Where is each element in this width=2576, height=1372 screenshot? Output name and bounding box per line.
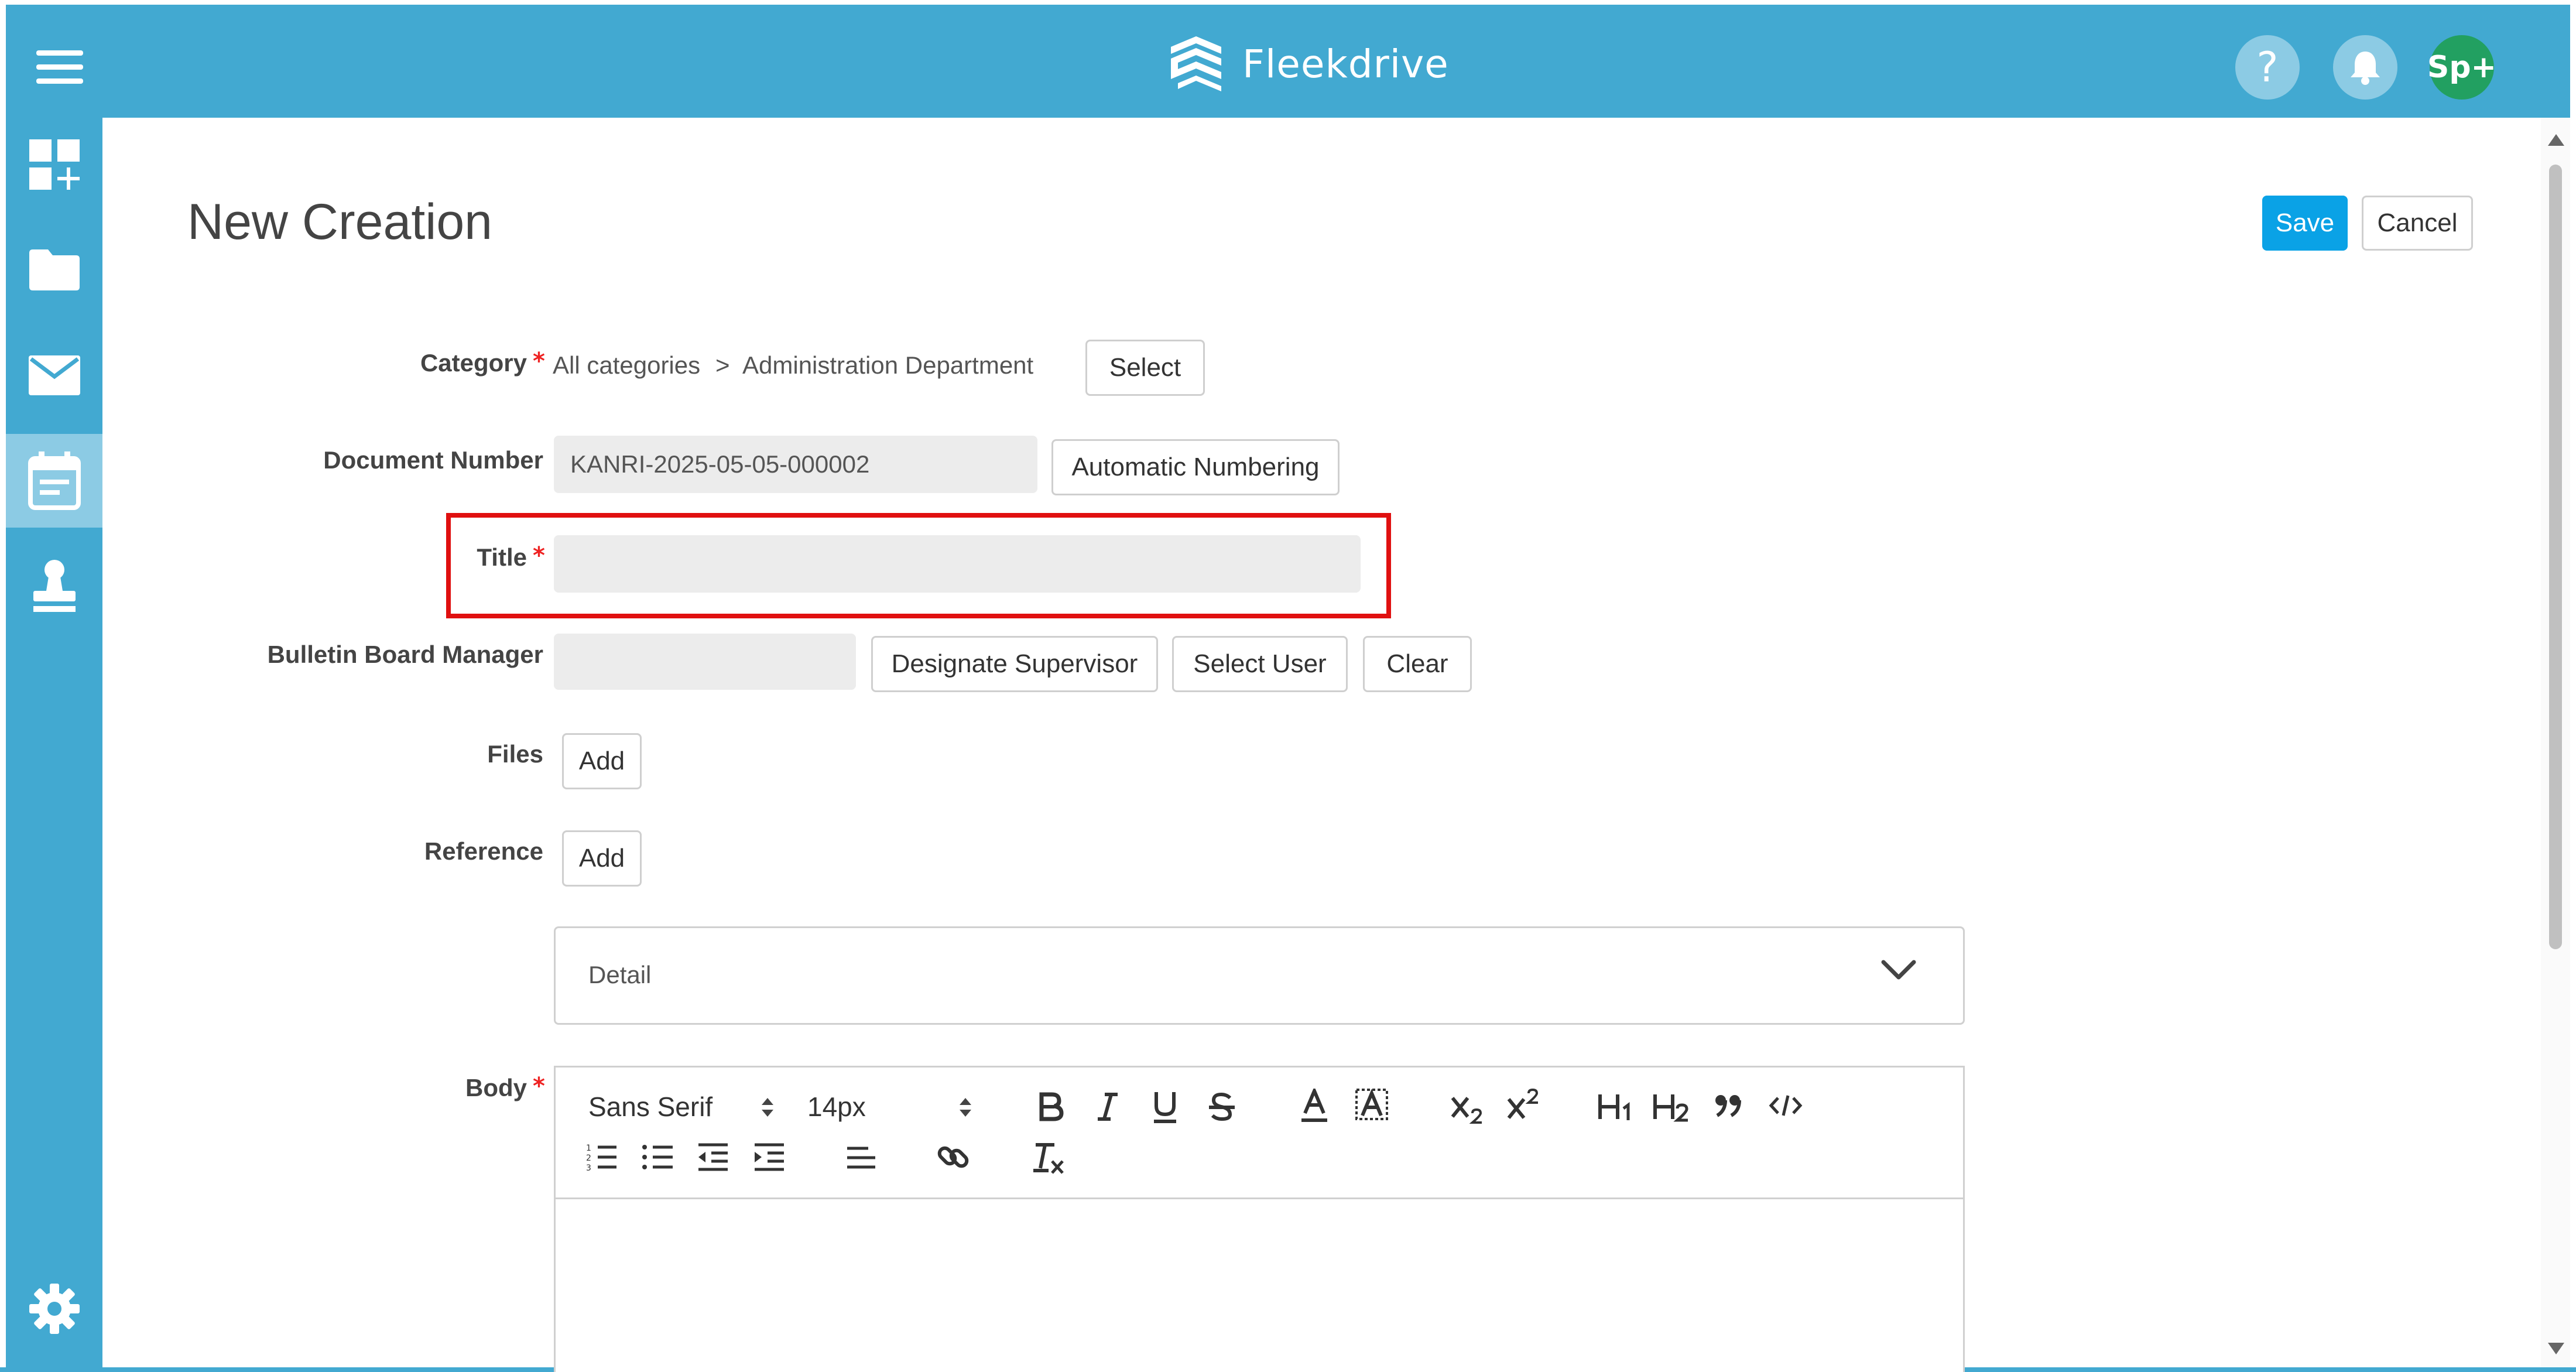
category-path-leaf: Administration Department bbox=[742, 351, 1034, 379]
document-number-label: Document Number bbox=[323, 446, 543, 474]
bullet-list-icon[interactable] bbox=[641, 1141, 675, 1173]
bell-icon bbox=[2351, 52, 2380, 85]
app-logo[interactable]: Fleekdrive bbox=[1165, 29, 1449, 98]
chevron-down-icon[interactable] bbox=[1881, 959, 1916, 982]
rich-text-editor: Sans Serif 14px 1 2 3 bbox=[554, 1066, 1965, 1372]
code-block-icon[interactable] bbox=[1769, 1093, 1803, 1118]
help-icon: ? bbox=[2256, 43, 2279, 91]
calendar-icon bbox=[28, 451, 81, 510]
link-icon[interactable] bbox=[936, 1140, 970, 1174]
body-label: Body bbox=[465, 1074, 527, 1101]
mail-icon bbox=[28, 355, 80, 395]
files-add-button[interactable]: Add bbox=[562, 733, 642, 789]
select-user-button[interactable]: Select User bbox=[1172, 636, 1348, 692]
blockquote-icon[interactable] bbox=[1714, 1093, 1743, 1118]
gear-icon bbox=[29, 1284, 80, 1334]
page-title: New Creation bbox=[187, 194, 492, 250]
user-avatar[interactable]: Sp+ bbox=[2427, 35, 2497, 100]
sidebar-item-stamp[interactable] bbox=[6, 539, 102, 633]
svg-text:2: 2 bbox=[586, 1154, 591, 1163]
folder-icon bbox=[29, 249, 80, 290]
required-marker: * bbox=[533, 1073, 545, 1100]
notification-button[interactable] bbox=[2333, 35, 2397, 100]
font-family-select[interactable]: Sans Serif bbox=[588, 1091, 712, 1123]
save-button[interactable]: Save bbox=[2262, 196, 2348, 251]
indent-icon[interactable] bbox=[752, 1141, 786, 1173]
scroll-thumb[interactable] bbox=[2549, 165, 2562, 949]
text-color-icon[interactable] bbox=[1299, 1089, 1330, 1125]
strikethrough-icon[interactable] bbox=[1207, 1091, 1237, 1123]
scroll-up-arrow-icon[interactable] bbox=[2548, 134, 2564, 146]
font-family-arrows-icon[interactable] bbox=[759, 1094, 776, 1120]
sidebar-item-mail[interactable] bbox=[6, 329, 102, 422]
heading-2-icon[interactable] bbox=[1652, 1091, 1691, 1123]
stamp-icon bbox=[33, 560, 76, 612]
category-label: Category bbox=[420, 349, 527, 377]
outdent-icon[interactable] bbox=[696, 1141, 730, 1173]
title-highlight-box bbox=[446, 513, 1391, 618]
reference-label: Reference bbox=[424, 837, 543, 865]
app-window: Fleekdrive ? Sp+ New Creation Save Cance… bbox=[0, 0, 2576, 1372]
automatic-numbering-button[interactable]: Automatic Numbering bbox=[1051, 439, 1340, 495]
underline-icon[interactable] bbox=[1150, 1090, 1180, 1125]
sidebar-item-dashboard[interactable] bbox=[6, 118, 102, 211]
sidebar-item-settings[interactable] bbox=[6, 1262, 102, 1356]
align-left-icon[interactable] bbox=[845, 1144, 878, 1172]
italic-icon[interactable] bbox=[1094, 1091, 1121, 1123]
category-select-button[interactable]: Select bbox=[1085, 340, 1205, 396]
avatar-initials: Sp+ bbox=[2427, 50, 2497, 85]
clear-button[interactable]: Clear bbox=[1363, 636, 1472, 692]
font-size-select[interactable]: 14px bbox=[807, 1091, 866, 1123]
category-path-separator: > bbox=[715, 351, 730, 379]
svg-text:1: 1 bbox=[586, 1144, 591, 1153]
bulletin-board-manager-field[interactable] bbox=[554, 634, 856, 690]
cancel-button[interactable]: Cancel bbox=[2362, 196, 2473, 251]
fleekdrive-logo-icon bbox=[1171, 36, 1221, 91]
clear-formatting-icon[interactable] bbox=[1031, 1140, 1065, 1175]
sidebar-item-folders[interactable] bbox=[6, 223, 102, 317]
document-number-field[interactable]: KANRI-2025-05-05-000002 bbox=[554, 436, 1037, 493]
files-label: Files bbox=[487, 740, 543, 768]
ordered-list-icon[interactable]: 1 2 3 bbox=[585, 1141, 619, 1173]
background-color-icon[interactable] bbox=[1355, 1089, 1388, 1125]
superscript-icon[interactable] bbox=[1505, 1089, 1542, 1123]
vertical-scrollbar[interactable] bbox=[2541, 118, 2570, 1367]
scroll-down-arrow-icon[interactable] bbox=[2548, 1343, 2564, 1354]
reference-add-button[interactable]: Add bbox=[562, 830, 642, 887]
sidebar bbox=[6, 118, 102, 1367]
svg-text:3: 3 bbox=[586, 1164, 591, 1173]
heading-1-icon[interactable] bbox=[1597, 1091, 1634, 1123]
menu-icon[interactable] bbox=[36, 50, 83, 85]
app-name: Fleekdrive bbox=[1242, 41, 1449, 87]
body-editor-area[interactable] bbox=[556, 1199, 1963, 1372]
designate-supervisor-button[interactable]: Designate Supervisor bbox=[871, 636, 1158, 692]
bulletin-board-manager-label: Bulletin Board Manager bbox=[267, 641, 543, 668]
detail-label: Detail bbox=[588, 961, 652, 988]
subscript-icon[interactable] bbox=[1449, 1091, 1485, 1125]
sidebar-item-calendar[interactable] bbox=[6, 434, 102, 528]
bold-icon[interactable] bbox=[1036, 1091, 1065, 1123]
help-button[interactable]: ? bbox=[2235, 35, 2300, 100]
detail-accordion[interactable]: Detail bbox=[554, 926, 1965, 1025]
dashboard-add-icon bbox=[29, 139, 80, 190]
required-marker: * bbox=[533, 348, 545, 375]
font-size-arrows-icon[interactable] bbox=[957, 1094, 974, 1120]
top-header: Fleekdrive ? Sp+ bbox=[6, 5, 2570, 118]
category-path-root[interactable]: All categories bbox=[553, 351, 700, 379]
